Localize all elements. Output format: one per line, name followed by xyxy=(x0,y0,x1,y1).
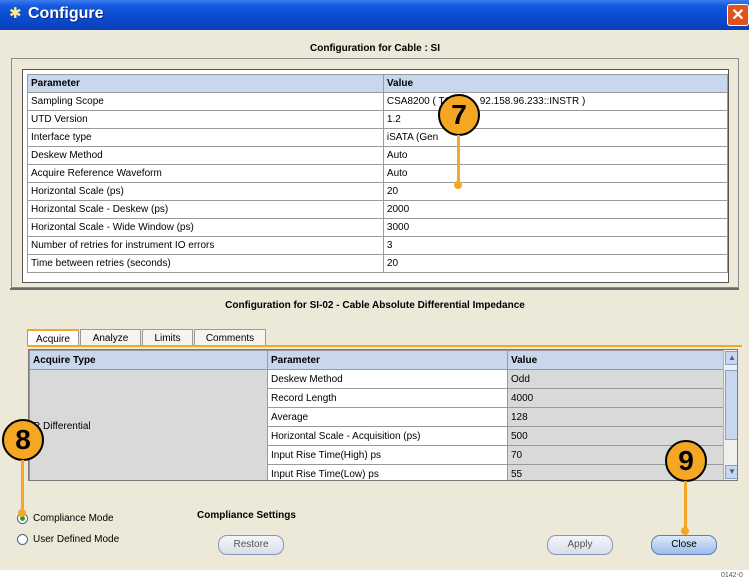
callout-8-pointer xyxy=(18,509,26,517)
parameter-cell: Deskew Method xyxy=(267,369,508,389)
table-row[interactable]: Horizontal Scale (ps) 20 xyxy=(27,182,729,201)
tab-underline xyxy=(27,345,742,347)
parameter-cell: Time between retries (seconds) xyxy=(27,254,384,273)
value-cell[interactable]: 3000 xyxy=(382,218,729,237)
callout-8-leader xyxy=(21,460,24,509)
column-header-acquire-type: Acquire Type xyxy=(29,350,268,370)
parameter-cell: Horizontal Scale - Wide Window (ps) xyxy=(27,218,384,237)
callout-9-leader xyxy=(684,481,687,529)
close-window-button[interactable]: ✕ xyxy=(727,4,749,26)
acquire-type-cell[interactable]: R Differential xyxy=(29,369,268,480)
parameter-cell: Horizontal Scale - Acquisition (ps) xyxy=(267,426,508,446)
callout-7-pointer xyxy=(454,181,462,189)
title-bar: ✱ Configure ✕ xyxy=(0,0,749,30)
cable-config-table-container: Parameter Value Sampling Scope CSA8200 (… xyxy=(22,69,729,283)
acquire-table: Acquire Type Parameter Value R Different… xyxy=(29,350,727,480)
column-header-value: Value xyxy=(507,350,727,370)
column-header-value: Value xyxy=(382,74,729,93)
restore-button[interactable]: Restore xyxy=(218,535,284,555)
value-text-tail: 92.158.96.233::INSTR ) xyxy=(479,96,586,107)
app-icon: ✱ xyxy=(9,5,22,22)
parameter-cell: Input Rise Time(High) ps xyxy=(267,445,508,465)
configure-window: ✱ Configure ✕ Configuration for Cable : … xyxy=(0,0,749,570)
parameter-cell: Horizontal Scale - Deskew (ps) xyxy=(27,200,384,219)
figure-number: 0142-0 xyxy=(721,572,743,579)
compliance-mode-label[interactable]: Compliance Mode xyxy=(33,513,114,524)
value-cell[interactable]: 4000 xyxy=(507,388,727,408)
value-cell[interactable]: 1.2 xyxy=(382,110,729,129)
value-cell[interactable]: Auto xyxy=(382,164,729,183)
parameter-cell: Acquire Reference Waveform xyxy=(27,164,384,183)
scroll-thumb[interactable] xyxy=(725,370,737,440)
value-cell[interactable]: iSATA (Gen xyxy=(382,128,729,147)
table-row[interactable]: R Differential Deskew Method Odd xyxy=(29,369,727,480)
window-title: Configure xyxy=(28,5,104,22)
value-cell[interactable]: 2000 xyxy=(382,200,729,219)
callout-7: 7 xyxy=(438,94,480,136)
compliance-settings-label: Compliance Settings xyxy=(197,510,296,521)
value-cell[interactable]: Odd xyxy=(507,369,727,389)
callout-9-pointer xyxy=(681,527,689,535)
value-cell[interactable]: Auto xyxy=(382,146,729,165)
measurement-config-heading: Configuration for SI-02 - Cable Absolute… xyxy=(225,300,525,311)
table-row[interactable]: Horizontal Scale - Wide Window (ps) 3000 xyxy=(27,218,729,237)
value-cell[interactable]: CSA8200 ( TC 92.158.96.233::INSTR ) xyxy=(382,92,729,111)
cable-config-heading: Configuration for Cable : SI xyxy=(310,43,440,54)
value-cell[interactable]: 128 xyxy=(507,407,727,427)
apply-button[interactable]: Apply xyxy=(547,535,613,555)
table-row[interactable]: Horizontal Scale - Deskew (ps) 2000 xyxy=(27,200,729,219)
parameter-cell: UTD Version xyxy=(27,110,384,129)
callout-8: 8 xyxy=(2,419,44,461)
table-row[interactable]: UTD Version 1.2 xyxy=(27,110,729,129)
acquire-table-container: Acquire Type Parameter Value R Different… xyxy=(28,349,738,481)
table-row[interactable]: Acquire Reference Waveform Auto xyxy=(27,164,729,183)
parameter-cell: Horizontal Scale (ps) xyxy=(27,182,384,201)
parameter-cell: Record Length xyxy=(267,388,508,408)
column-header-parameter: Parameter xyxy=(27,74,384,93)
cable-config-panel: Parameter Value Sampling Scope CSA8200 (… xyxy=(11,58,739,288)
value-cell[interactable]: 3 xyxy=(382,236,729,255)
parameter-cell: Number of retries for instrument IO erro… xyxy=(27,236,384,255)
parameter-cell: Deskew Method xyxy=(27,146,384,165)
value-cell[interactable]: 20 xyxy=(382,254,729,273)
scroll-down-icon[interactable]: ▼ xyxy=(725,465,737,479)
callout-7-leader xyxy=(457,135,460,183)
parameter-cell: Average xyxy=(267,407,508,427)
parameter-cell: Interface type xyxy=(27,128,384,147)
parameter-cell: Input Rise Time(Low) ps xyxy=(267,464,508,480)
user-defined-mode-label[interactable]: User Defined Mode xyxy=(33,534,119,545)
section-divider xyxy=(10,288,739,290)
table-row[interactable]: Deskew Method Auto xyxy=(27,146,729,165)
table-row[interactable]: Time between retries (seconds) 20 xyxy=(27,254,729,273)
parameter-cell: Sampling Scope xyxy=(27,92,384,111)
table-row[interactable]: Sampling Scope CSA8200 ( TC 92.158.96.233… xyxy=(27,92,729,111)
vertical-scrollbar[interactable]: ▲ ▼ xyxy=(723,350,737,480)
column-header-parameter: Parameter xyxy=(267,350,508,370)
value-cell[interactable]: 20 xyxy=(382,182,729,201)
user-defined-mode-radio[interactable] xyxy=(17,534,28,545)
cable-config-table: Parameter Value Sampling Scope CSA8200 (… xyxy=(27,74,729,273)
scroll-up-icon[interactable]: ▲ xyxy=(725,351,737,365)
callout-9: 9 xyxy=(665,440,707,482)
table-row[interactable]: Number of retries for instrument IO erro… xyxy=(27,236,729,255)
close-button[interactable]: Close xyxy=(651,535,717,555)
table-row[interactable]: Interface type iSATA (Gen xyxy=(27,128,729,147)
